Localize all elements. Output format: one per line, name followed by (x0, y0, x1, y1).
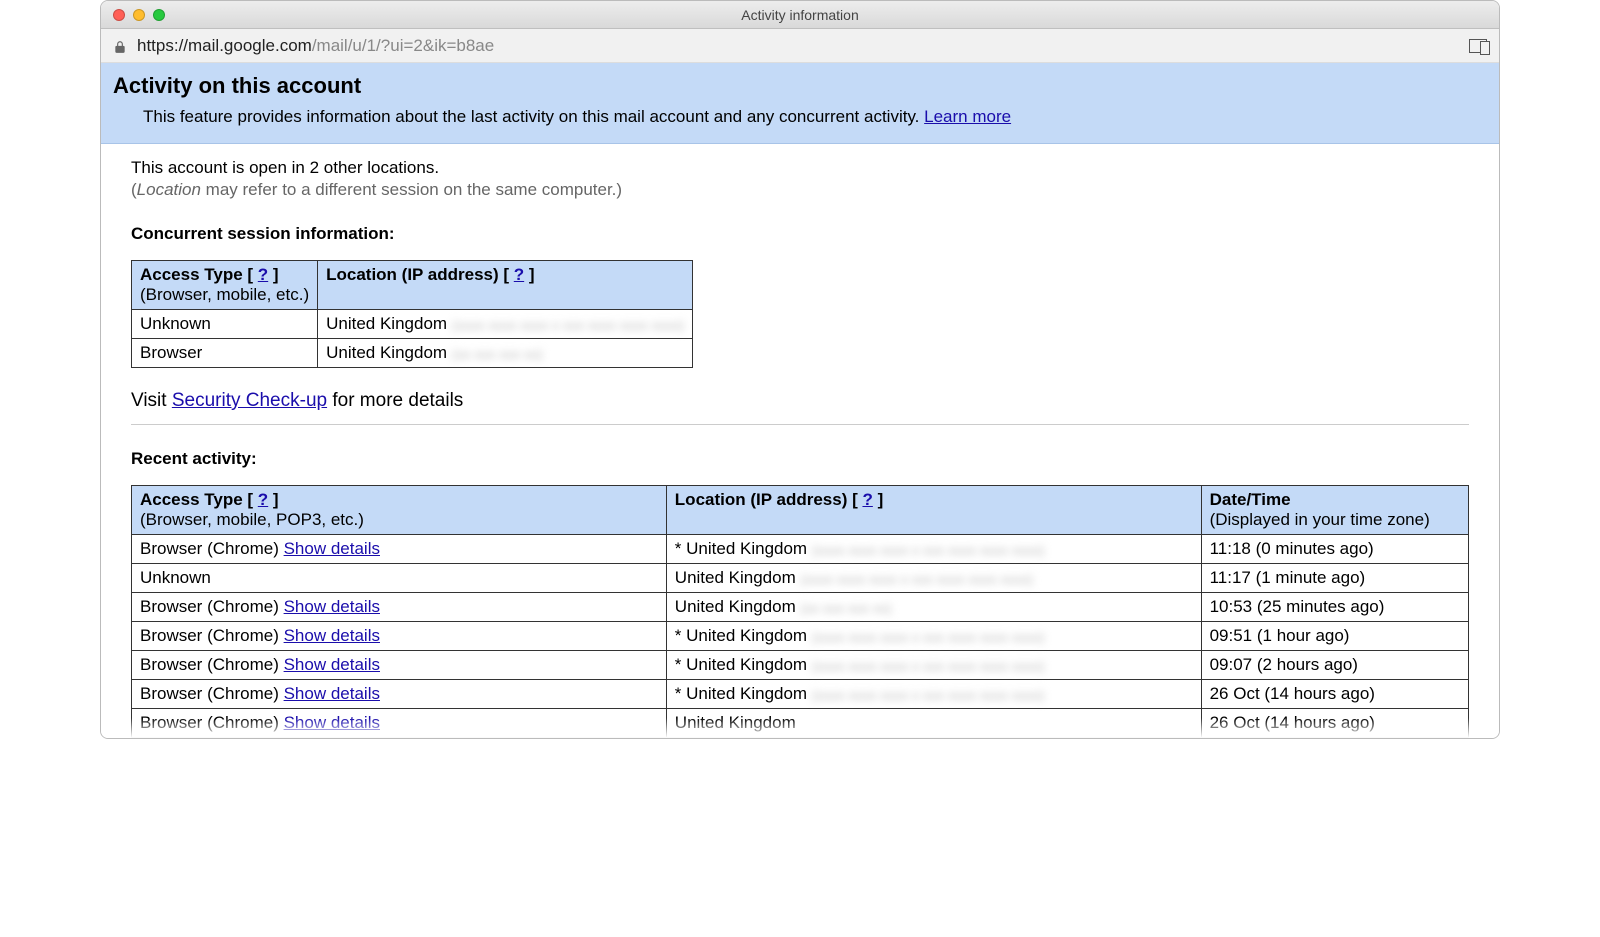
datetime-cell: 09:51 (1 hour ago) (1201, 622, 1468, 651)
window-titlebar: Activity information (101, 1, 1499, 29)
url-text: https://mail.google.com/mail/u/1/?ui=2&i… (137, 36, 494, 56)
access-type-help-link[interactable]: ? (258, 265, 268, 284)
minimize-window-button[interactable] (133, 9, 145, 21)
concurrent-sessions-heading: Concurrent session information: (131, 224, 1469, 244)
url-bar[interactable]: https://mail.google.com/mail/u/1/?ui=2&i… (101, 29, 1499, 63)
redacted-ip: (xxxx xxxx xxxx x xxx xxxx xxxx xxxx) (452, 317, 685, 333)
concurrent-sessions-table: Access Type [ ? ] (Browser, mobile, etc.… (131, 260, 693, 368)
table-row: Browser (Chrome) Show details* United Ki… (132, 651, 1469, 680)
col-datetime: Date/Time (Displayed in your time zone) (1201, 486, 1468, 535)
location-cell: * United Kingdom (xxxx xxxx xxxx x xxx x… (666, 535, 1201, 564)
table-row: UnknownUnited Kingdom (xxxx xxxx xxxx x … (132, 564, 1469, 593)
recent-activity-table: Access Type [ ? ] (Browser, mobile, POP3… (131, 485, 1469, 738)
traffic-lights (101, 9, 165, 21)
access-type-cell: Browser (Chrome) Show details (132, 622, 667, 651)
location-note: (Location may refer to a different sessi… (131, 180, 1469, 200)
col-access-type: Access Type [ ? ] (Browser, mobile, etc.… (132, 261, 318, 310)
access-type-cell: Browser (Chrome) Show details (132, 680, 667, 709)
browser-window: Activity information https://mail.google… (100, 0, 1500, 739)
col-location: Location (IP address) [ ? ] (318, 261, 693, 310)
table-row: BrowserUnited Kingdom (xx xxx xxx xx) (132, 339, 693, 368)
location-help-link[interactable]: ? (514, 265, 524, 284)
table-row: Browser (Chrome) Show detailsUnited King… (132, 593, 1469, 622)
location-help-link[interactable]: ? (862, 490, 872, 509)
access-type-cell: Browser (132, 339, 318, 368)
datetime-cell: 09:07 (2 hours ago) (1201, 651, 1468, 680)
location-cell: * United Kingdom (xxxx xxxx xxxx x xxx x… (666, 622, 1201, 651)
access-type-cell: Browser (Chrome) Show details (132, 651, 667, 680)
datetime-cell: 11:18 (0 minutes ago) (1201, 535, 1468, 564)
fade-overlay (101, 718, 1499, 738)
access-type-cell: Unknown (132, 564, 667, 593)
location-cell: United Kingdom (xxxx xxxx xxxx x xxx xxx… (318, 310, 693, 339)
table-row: UnknownUnited Kingdom (xxxx xxxx xxxx x … (132, 310, 693, 339)
header-banner: Activity on this account This feature pr… (101, 63, 1499, 144)
page-heading: Activity on this account (113, 73, 1487, 99)
open-sessions-note: This account is open in 2 other location… (131, 158, 1469, 178)
show-details-link[interactable]: Show details (284, 539, 380, 558)
responsive-mode-icon[interactable] (1469, 39, 1487, 53)
learn-more-link[interactable]: Learn more (924, 107, 1011, 126)
maximize-window-button[interactable] (153, 9, 165, 21)
redacted-ip: (xx xxx xxx xx) (800, 600, 891, 616)
banner-description: This feature provides information about … (113, 107, 1487, 127)
close-window-button[interactable] (113, 9, 125, 21)
security-checkup-link[interactable]: Security Check-up (172, 390, 327, 411)
url-host: https://mail.google.com (137, 36, 312, 55)
recent-activity-heading: Recent activity: (131, 449, 1469, 469)
col-access-type: Access Type [ ? ] (Browser, mobile, POP3… (132, 486, 667, 535)
show-details-link[interactable]: Show details (284, 684, 380, 703)
show-details-link[interactable]: Show details (284, 655, 380, 674)
show-details-link[interactable]: Show details (284, 626, 380, 645)
main-content: This account is open in 2 other location… (101, 144, 1499, 738)
table-row: Browser (Chrome) Show details* United Ki… (132, 622, 1469, 651)
url-path: /mail/u/1/?ui=2&ik=b8ae (312, 36, 494, 55)
access-type-help-link[interactable]: ? (258, 490, 268, 509)
section-divider (131, 424, 1469, 425)
access-type-cell: Browser (Chrome) Show details (132, 535, 667, 564)
lock-icon (113, 39, 127, 53)
security-checkup-line: Visit Security Check-up for more details (131, 390, 1469, 412)
location-cell: United Kingdom (xx xxx xxx xx) (318, 339, 693, 368)
window-title: Activity information (101, 7, 1499, 23)
redacted-ip: (xxxx xxxx xxxx x xxx xxxx xxxx xxxx) (812, 687, 1045, 703)
access-type-cell: Browser (Chrome) Show details (132, 593, 667, 622)
datetime-cell: 10:53 (25 minutes ago) (1201, 593, 1468, 622)
location-cell: * United Kingdom (xxxx xxxx xxxx x xxx x… (666, 680, 1201, 709)
datetime-cell: 26 Oct (14 hours ago) (1201, 680, 1468, 709)
location-cell: United Kingdom (xxxx xxxx xxxx x xxx xxx… (666, 564, 1201, 593)
redacted-ip: (xxxx xxxx xxxx x xxx xxxx xxxx xxxx) (812, 658, 1045, 674)
show-details-link[interactable]: Show details (284, 597, 380, 616)
redacted-ip: (xxxx xxxx xxxx x xxx xxxx xxxx xxxx) (800, 571, 1033, 587)
access-type-cell: Unknown (132, 310, 318, 339)
table-row: Browser (Chrome) Show details* United Ki… (132, 680, 1469, 709)
col-location: Location (IP address) [ ? ] (666, 486, 1201, 535)
location-cell: * United Kingdom (xxxx xxxx xxxx x xxx x… (666, 651, 1201, 680)
datetime-cell: 11:17 (1 minute ago) (1201, 564, 1468, 593)
redacted-ip: (xx xxx xxx xx) (452, 346, 543, 362)
location-cell: United Kingdom (xx xxx xxx xx) (666, 593, 1201, 622)
table-row: Browser (Chrome) Show details* United Ki… (132, 535, 1469, 564)
redacted-ip: (xxxx xxxx xxxx x xxx xxxx xxxx xxxx) (812, 629, 1045, 645)
redacted-ip: (xxxx xxxx xxxx x xxx xxxx xxxx xxxx) (812, 542, 1045, 558)
